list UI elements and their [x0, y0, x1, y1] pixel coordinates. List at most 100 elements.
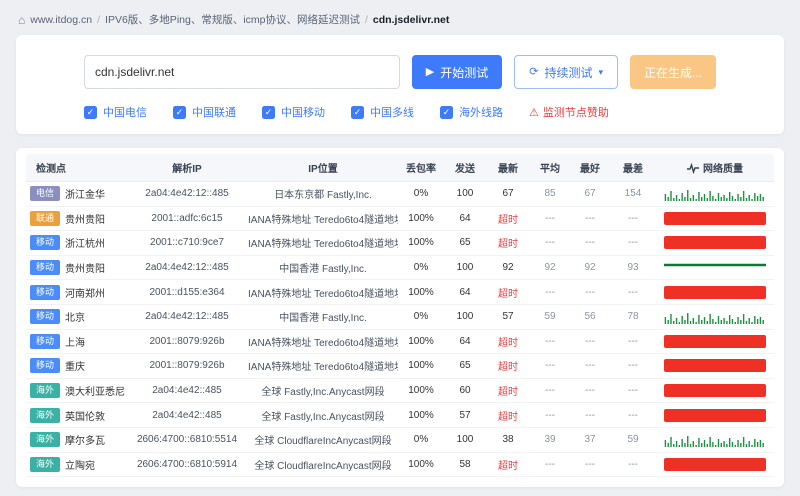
worst-latency: 59 — [627, 434, 639, 446]
worst-latency: --- — [628, 335, 638, 347]
isp-badge: 电信 — [30, 186, 60, 202]
worst-latency: 93 — [627, 262, 639, 274]
generating-label: 正在生成... — [643, 65, 702, 80]
avg-latency: 39 — [544, 434, 556, 446]
checkbox-china-multiline[interactable]: ✓ 中国多线 — [351, 104, 414, 120]
quality-sparkline — [664, 312, 764, 324]
resolved-ip: 2606:4700::6810:5514 — [136, 434, 238, 446]
worst-latency: --- — [628, 409, 638, 421]
isp-badge: 海外 — [30, 456, 60, 472]
quality-timeout-bar — [664, 334, 766, 348]
isp-badge: 移动 — [30, 235, 60, 251]
breadcrumb-section[interactable]: IPV6版、多地Ping、常规版、icmp协议、网络延迟测试 — [105, 12, 360, 27]
node-name: 重庆 — [65, 362, 85, 374]
node-name: 河南郑州 — [65, 288, 105, 300]
node-name: 澳大利亚悉尼 — [65, 387, 125, 399]
start-test-label: 开始测试 — [440, 65, 489, 80]
node-name: 浙江金华 — [65, 190, 105, 202]
quality-sparkline — [664, 435, 764, 447]
sponsor-link[interactable]: ⚠ 监测节点赞助 — [529, 104, 609, 120]
worst-latency: --- — [628, 286, 638, 298]
table-row: 移动 贵州贵阳 2a04:4e42:12::485 中国香港 Fastly,Inc… — [26, 256, 774, 281]
avg-latency: --- — [545, 360, 555, 372]
best-latency: --- — [585, 237, 595, 249]
resolved-ip: 2001::8079:926b — [149, 335, 225, 347]
best-latency: --- — [585, 286, 595, 298]
checkbox-checked-icon: ✓ — [262, 105, 275, 119]
header-quality: 网络质量 — [656, 160, 774, 175]
ip-location: IANA特殊地址 Teredo6to4隧道地址 — [248, 214, 398, 226]
quality-timeout-bar — [664, 384, 766, 398]
ip-location: IANA特殊地址 Teredo6to4隧道地址 — [248, 239, 398, 251]
worst-latency: --- — [628, 360, 638, 372]
node-name: 英国伦敦 — [65, 411, 105, 423]
network-quality-chart — [656, 457, 774, 471]
sent-count: 100 — [456, 188, 474, 200]
ip-location: IANA特殊地址 Teredo6to4隧道地址 — [248, 288, 398, 300]
breadcrumb-site[interactable]: www.itdog.cn — [30, 14, 92, 26]
best-latency: --- — [585, 212, 595, 224]
home-icon: ⌂ — [18, 12, 26, 27]
host-input[interactable] — [84, 55, 400, 89]
avg-latency: 92 — [544, 262, 556, 274]
best-latency: 67 — [584, 188, 596, 200]
ip-location: 中国香港 Fastly,Inc. — [279, 264, 367, 276]
best-latency: 92 — [584, 262, 596, 274]
checkbox-checked-icon: ✓ — [173, 105, 186, 119]
network-quality-chart — [656, 285, 774, 299]
sent-count: 64 — [459, 212, 471, 224]
checkbox-china-mobile[interactable]: ✓ 中国移动 — [262, 104, 325, 120]
ip-location: 全球 Fastly,Inc.Anycast网段 — [261, 387, 385, 399]
latest-latency: 超时 — [498, 239, 518, 251]
sent-count: 65 — [459, 237, 471, 249]
resolved-ip: 2001::c710:9ce7 — [150, 237, 224, 249]
checkbox-label: 中国多线 — [370, 107, 414, 119]
table-row: 海外 英国伦敦 2a04:4e42::485 全球 Fastly,Inc.Anyc… — [26, 403, 774, 428]
header-loss: 丢包率 — [406, 164, 436, 175]
generating-button[interactable]: 正在生成... — [629, 55, 716, 89]
table-row: 海外 摩尔多瓦 2606:4700::6810:5514 全球 Cloudflar… — [26, 428, 774, 453]
header-worst: 最差 — [623, 164, 643, 175]
latest-latency: 超时 — [498, 214, 518, 226]
sent-count: 100 — [456, 262, 474, 274]
warning-icon: ⚠ — [529, 106, 539, 119]
resolved-ip: 2a04:4e42::485 — [152, 409, 222, 421]
latest-latency: 38 — [502, 434, 514, 446]
latest-latency: 超时 — [498, 387, 518, 399]
header-node: 检测点 — [36, 164, 66, 175]
checkbox-china-telecom[interactable]: ✓ 中国电信 — [84, 104, 147, 120]
avg-latency: --- — [545, 385, 555, 397]
loss-rate: 100% — [408, 385, 434, 397]
network-quality-chart — [656, 432, 774, 448]
quality-flatline — [664, 263, 766, 266]
sent-count: 64 — [459, 335, 471, 347]
checkbox-overseas[interactable]: ✓ 海外线路 — [440, 104, 503, 120]
best-latency: --- — [585, 335, 595, 347]
line-filter-row: ✓ 中国电信 ✓ 中国联通 ✓ 中国移动 ✓ 中国多线 ✓ 海外线路 ⚠ 监测节… — [84, 104, 716, 120]
resolved-ip: 2a04:4e42:12::485 — [145, 311, 229, 323]
sent-count: 64 — [459, 286, 471, 298]
breadcrumb: ⌂ www.itdog.cn / IPV6版、多地Ping、常规版、icmp协议… — [16, 8, 784, 35]
sent-count: 58 — [459, 458, 471, 470]
table-row: 移动 河南郑州 2001::d155:e364 IANA特殊地址 Teredo6t… — [26, 280, 774, 305]
continuous-test-button[interactable]: ⟳ 持续测试 ▾ — [514, 55, 618, 89]
network-quality-chart — [656, 334, 774, 348]
resolved-ip: 2001::d155:e364 — [149, 286, 225, 298]
network-quality-chart — [656, 211, 774, 225]
header-avg: 平均 — [540, 164, 560, 175]
breadcrumb-target: cdn.jsdelivr.net — [372, 13, 450, 26]
start-test-button[interactable]: ▶ 开始测试 — [411, 55, 503, 89]
isp-badge: 移动 — [30, 284, 60, 300]
table-row: 电信 浙江金华 2a04:4e42:12::485 日本东京都 Fastly,In… — [26, 182, 774, 207]
loss-rate: 0% — [413, 434, 429, 446]
best-latency: --- — [585, 409, 595, 421]
checkbox-checked-icon: ✓ — [351, 105, 364, 119]
best-latency: 56 — [584, 311, 596, 323]
checkbox-china-unicom[interactable]: ✓ 中国联通 — [173, 104, 236, 120]
chevron-down-icon: ▾ — [598, 66, 603, 77]
table-header-row: 检测点 解析IP IP位置 丢包率 发送 最新 平均 最好 最差 网络质量 — [26, 154, 774, 182]
resolved-ip: 2001::adfc:6c15 — [151, 212, 223, 224]
table-row: 移动 北京 2a04:4e42:12::485 中国香港 Fastly,Inc. … — [26, 305, 774, 330]
header-location: IP位置 — [308, 164, 338, 175]
checkbox-label: 中国联通 — [192, 107, 236, 119]
